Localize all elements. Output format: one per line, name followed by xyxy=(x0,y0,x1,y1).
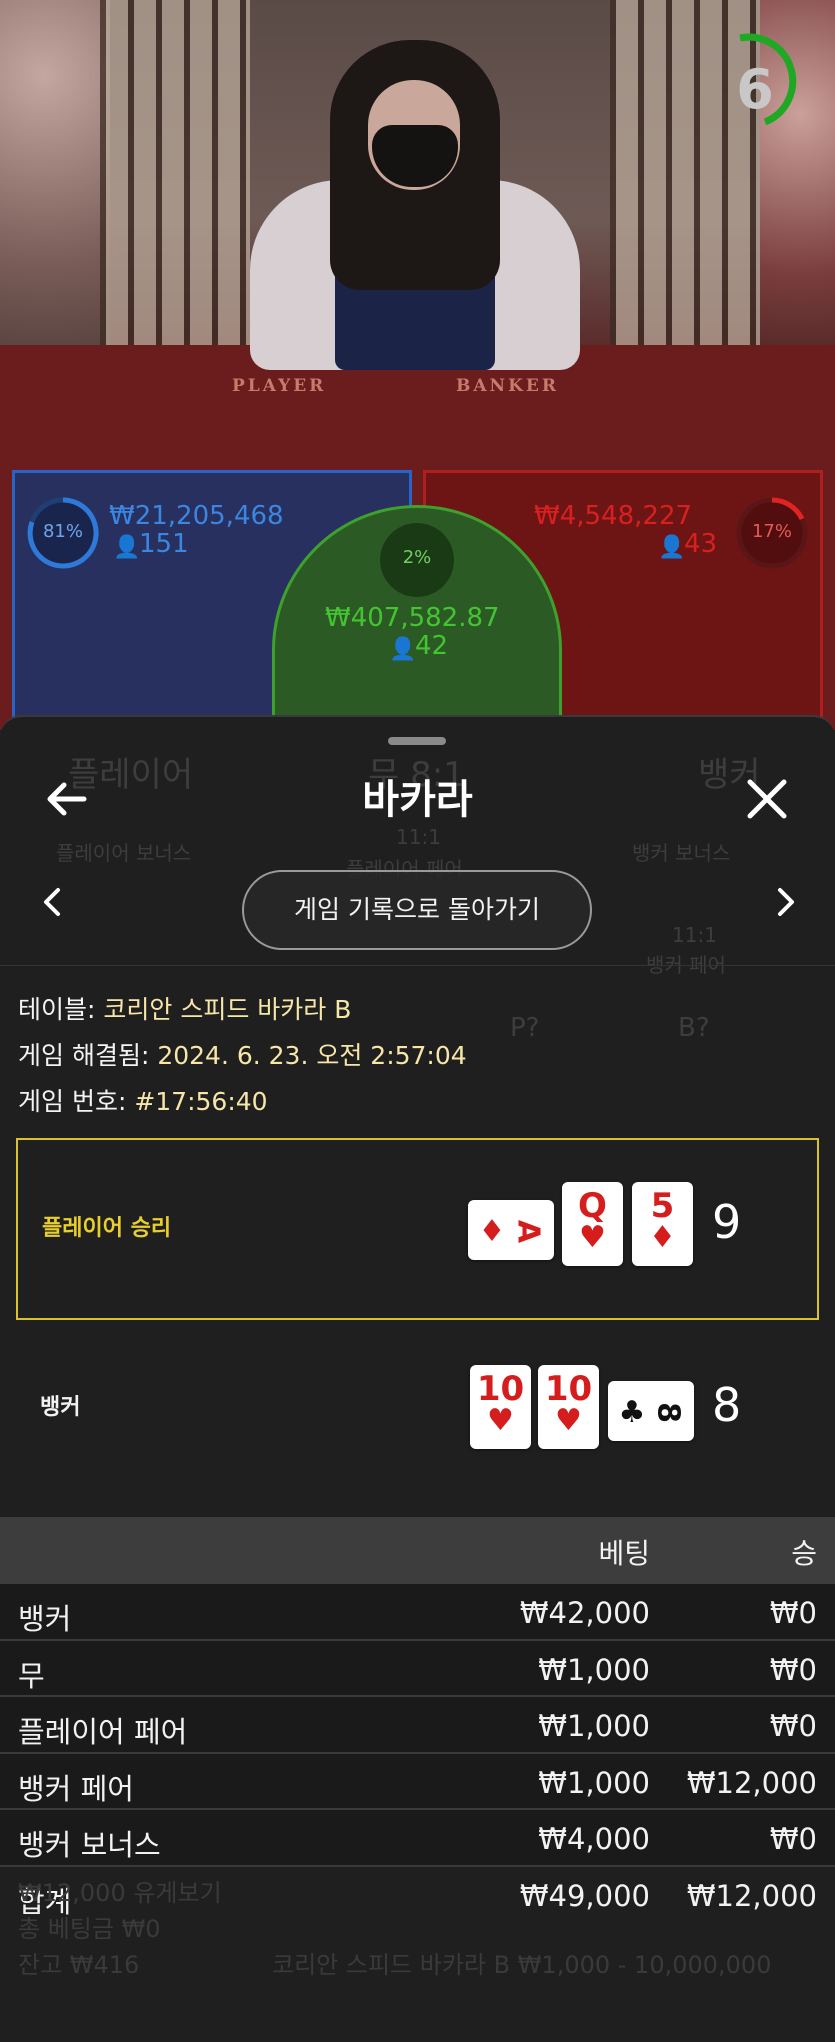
banker-bet-amount: ₩4,548,227 xyxy=(534,501,693,531)
table-header: 베팅 승 xyxy=(0,1517,835,1584)
win-amount: ₩0 xyxy=(769,1652,817,1687)
playing-card: Q ♥ xyxy=(562,1182,623,1266)
tie-bettor-count: 42 xyxy=(415,631,449,661)
close-icon[interactable] xyxy=(740,772,794,826)
timer-seconds: 6 xyxy=(736,58,774,121)
game-number-info: 게임 번호: #17:56:40 xyxy=(18,1082,268,1118)
total-win-amount: ₩12,000 xyxy=(686,1878,817,1913)
resolved-info: 게임 해결됨: 2024. 6. 23. 오전 2:57:04 xyxy=(18,1036,467,1072)
table-label: 테이블: xyxy=(18,995,104,1024)
win-column-header: 승 xyxy=(791,1537,817,1570)
card-rank: 8 xyxy=(650,1402,686,1423)
game-number-value: #17:56:40 xyxy=(134,1087,268,1116)
table-row: 뱅커 ₩42,000 ₩0 xyxy=(0,1584,835,1641)
playing-card: 8 ♣ xyxy=(608,1381,694,1441)
bet-amount: ₩4,000 xyxy=(538,1822,650,1856)
win-amount: ₩0 xyxy=(769,1822,817,1856)
player-bet-amount: ₩21,205,468 xyxy=(109,501,284,531)
ghost-b-ask: B? xyxy=(678,1013,710,1043)
bet-amount: ₩42,000 xyxy=(519,1596,650,1630)
table-value: 코리안 스피드 바카라 B xyxy=(103,995,352,1024)
user-icon: 👤 xyxy=(389,637,417,662)
bet-name: 뱅커 페어 xyxy=(18,1771,134,1806)
resolved-label: 게임 해결됨: xyxy=(18,1041,158,1070)
sheet-title: 바카라 xyxy=(362,777,473,823)
previous-game-chevron-icon[interactable] xyxy=(38,882,68,922)
table-row: 뱅커 보너스 ₩4,000 ₩0 xyxy=(0,1810,835,1867)
divider xyxy=(0,965,835,966)
round-timer: 6 xyxy=(720,30,800,130)
return-to-history-button[interactable]: 게임 기록으로 돌아가기 xyxy=(242,870,592,950)
sheet-drag-handle[interactable] xyxy=(388,737,446,745)
bet-amount: ₩1,000 xyxy=(538,1765,650,1800)
bet-amount: ₩1,000 xyxy=(538,1709,650,1743)
bet-name: 무 xyxy=(18,1658,45,1693)
win-amount: ₩12,000 xyxy=(686,1765,817,1800)
ghost-table-limits: 코리안 스피드 바카라 B ₩1,000 - 10,000,000 xyxy=(272,1951,772,1979)
card-suit: ♥ xyxy=(555,1403,582,1438)
player-bettor-count: 151 xyxy=(139,529,189,559)
card-rank: A xyxy=(510,1219,546,1244)
card-suit: ♦ xyxy=(649,1220,676,1255)
playing-card: A ♦ xyxy=(468,1200,554,1260)
next-game-chevron-icon[interactable] xyxy=(770,882,800,922)
ghost-total-bet: 총 베팅금 ₩0 xyxy=(18,1915,161,1943)
playing-card: 10 ♥ xyxy=(538,1365,599,1449)
table-info: 테이블: 코리안 스피드 바카라 B xyxy=(18,990,351,1026)
felt-player-text: PLAYER xyxy=(232,376,327,396)
resolved-value: 2024. 6. 23. 오전 2:57:04 xyxy=(157,1041,467,1070)
ghost-banker-bonus: 뱅커 보너스 xyxy=(632,841,731,865)
game-number-label: 게임 번호: xyxy=(18,1087,135,1116)
lattice-screen xyxy=(100,0,250,360)
ghost-balance: 잔고 ₩416 xyxy=(18,1951,140,1979)
ghost-banker-pair-odds: 11:1 xyxy=(672,923,717,947)
table-row: 플레이어 페어 ₩1,000 ₩0 xyxy=(0,1697,835,1754)
player-hand-total: 9 xyxy=(712,1195,742,1249)
bet-summary-table: 베팅 승 뱅커 ₩42,000 ₩0 무 ₩1,000 ₩0 플레이어 페어 ₩… xyxy=(0,1517,835,1923)
card-suit: ♥ xyxy=(579,1220,606,1255)
bet-name: 뱅커 보너스 xyxy=(18,1828,161,1862)
ghost-player-pair-odds: 11:1 xyxy=(396,825,441,849)
bet-amount: ₩1,000 xyxy=(538,1652,650,1687)
win-amount: ₩0 xyxy=(769,1596,817,1630)
banker-percent: 17% xyxy=(751,521,792,542)
tie-bet-amount: ₩407,582.87 xyxy=(325,603,500,633)
table-row: 뱅커 페어 ₩1,000 ₩12,000 xyxy=(0,1753,835,1810)
ghost-win-line: ₩12,000 유게보기 xyxy=(18,1879,222,1907)
ghost-p-ask: P? xyxy=(510,1013,540,1043)
bet-name: 플레이어 페어 xyxy=(18,1715,188,1749)
total-bet-amount: ₩49,000 xyxy=(519,1878,650,1913)
playing-card: 10 ♥ xyxy=(470,1365,531,1449)
ghost-player-bonus: 플레이어 보너스 xyxy=(56,841,192,865)
player-hand-label: 플레이어 승리 xyxy=(42,1216,172,1241)
user-icon: 👤 xyxy=(113,535,141,560)
card-suit: ♥ xyxy=(487,1403,514,1438)
user-icon: 👤 xyxy=(658,535,686,560)
banker-bettor-count: 43 xyxy=(684,529,718,559)
playing-card: 5 ♦ xyxy=(632,1182,693,1266)
tie-percent: 2% xyxy=(402,547,432,568)
win-amount: ₩0 xyxy=(769,1709,817,1743)
card-suit: ♣ xyxy=(618,1395,646,1430)
banker-hand-label: 뱅커 xyxy=(40,1395,81,1420)
player-percent: 81% xyxy=(42,521,83,542)
ghost-banker-pair: 뱅커 페어 xyxy=(646,953,726,977)
banker-hand-total: 8 xyxy=(712,1378,742,1432)
felt-banker-text: BANKER xyxy=(456,376,559,396)
cherry-blossom-painting xyxy=(0,0,110,380)
table-row: 무 ₩1,000 ₩0 xyxy=(0,1640,835,1697)
game-history-sheet: 플레이어 무 8:1 뱅커 플레이어 보너스 11:1 플레이어 페어 뱅커 보… xyxy=(0,715,835,2042)
card-suit: ♦ xyxy=(478,1214,506,1249)
bet-name: 뱅커 xyxy=(18,1602,72,1636)
bet-column-header: 베팅 xyxy=(598,1537,650,1570)
